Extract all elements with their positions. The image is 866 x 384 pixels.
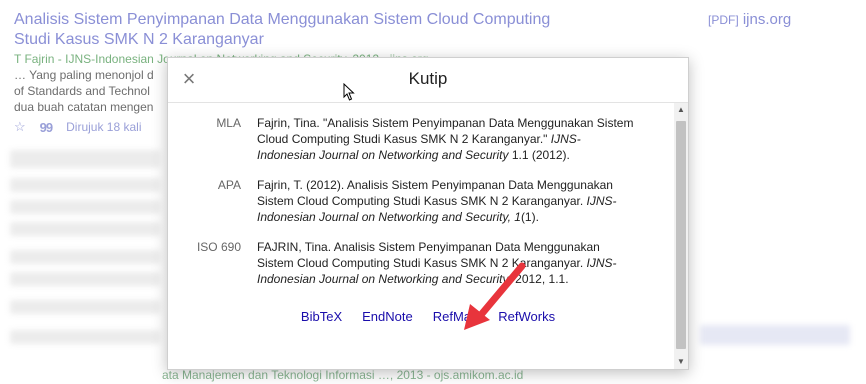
citation-label: APA (217, 178, 241, 192)
blurred-text (10, 178, 160, 192)
blurred-text (700, 325, 850, 345)
pdf-domain[interactable]: ijns.org (743, 11, 791, 28)
result-title-line2[interactable]: Studi Kasus SMK N 2 Karanganyar (14, 30, 654, 50)
star-icon[interactable]: ☆ (14, 119, 26, 135)
result-source-line: ata Manajemen dan Teknologi Informasi …,… (162, 368, 524, 382)
blurred-text (10, 250, 160, 264)
blurred-text (10, 222, 160, 236)
blurred-text (10, 330, 160, 344)
pdf-link[interactable]: [PDF] ijns.org (708, 11, 791, 28)
blurred-text (10, 200, 160, 214)
bibtex-link[interactable]: BibTeX (301, 309, 342, 324)
citation-plain: FAJRIN, Tina. Analisis Sistem Penyimpana… (257, 240, 600, 270)
mouse-cursor-icon (343, 83, 355, 101)
scroll-down-icon[interactable]: ▼ (674, 355, 688, 369)
citation-label: ISO 690 (196, 240, 241, 254)
cite-dialog: × Kutip MLA Fajrin, Tina. "Analisis Sist… (167, 57, 689, 370)
blurred-text (10, 300, 160, 314)
citation-label: MLA (216, 116, 241, 130)
citation-tail: 1.1 (2012). (508, 148, 570, 162)
dialog-header: × Kutip (168, 58, 688, 103)
blurred-text (10, 272, 160, 286)
citation-text[interactable]: FAJRIN, Tina. Analisis Sistem Penyimpana… (257, 239, 639, 287)
blurred-text (10, 150, 160, 168)
dialog-body: MLA Fajrin, Tina. "Analisis Sistem Penyi… (168, 103, 674, 369)
endnote-link[interactable]: EndNote (362, 309, 413, 324)
scroll-up-icon[interactable]: ▲ (674, 103, 688, 117)
annotation-arrow-icon (464, 262, 526, 330)
citation-iso690: ISO 690 FAJRIN, Tina. Analisis Sistem Pe… (168, 239, 674, 287)
dialog-title: Kutip (408, 69, 448, 88)
citation-text[interactable]: Fajrin, T. (2012). Analisis Sistem Penyi… (257, 177, 639, 225)
result-title-line1[interactable]: Analisis Sistem Penyimpanan Data Menggun… (14, 10, 654, 30)
citation-plain: Fajrin, T. (2012). Analisis Sistem Penyi… (257, 178, 613, 208)
result-title[interactable]: Analisis Sistem Penyimpanan Data Menggun… (14, 10, 654, 50)
pdf-tag: [PDF] (708, 13, 739, 27)
export-formats: BibTeX EndNote RefMan RefWorks (168, 309, 674, 324)
citation-tail: (1). (520, 210, 539, 224)
cited-by-link[interactable]: Dirujuk 18 kali (66, 120, 141, 134)
citation-text[interactable]: Fajrin, Tina. "Analisis Sistem Penyimpan… (257, 115, 639, 163)
quote-icon[interactable]: 99 (40, 120, 54, 135)
dialog-scrollbar[interactable]: ▲ ▼ (674, 103, 688, 369)
citation-mla: MLA Fajrin, Tina. "Analisis Sistem Penyi… (168, 115, 674, 163)
scrollbar-thumb[interactable] (676, 121, 686, 349)
citation-apa: APA Fajrin, T. (2012). Analisis Sistem P… (168, 177, 674, 225)
